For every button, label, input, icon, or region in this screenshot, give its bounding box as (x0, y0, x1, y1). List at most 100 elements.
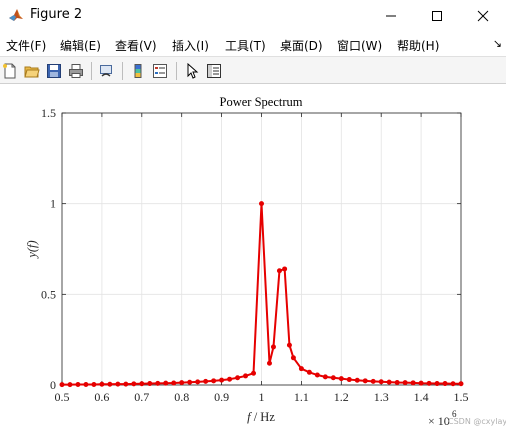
save-button[interactable] (44, 61, 64, 81)
x-tick-label: 1.3 (374, 390, 389, 404)
insert-legend-button[interactable] (150, 61, 170, 81)
property-inspector-button[interactable] (204, 61, 224, 81)
new-figure-button[interactable] (0, 61, 20, 81)
link-plot-button[interactable] (96, 61, 116, 81)
menu-window[interactable]: 窗口(W) (337, 37, 382, 54)
data-point (219, 377, 225, 383)
data-point (314, 372, 320, 378)
data-point (330, 375, 336, 381)
y-tick-label: 0 (50, 378, 56, 392)
data-point (394, 379, 400, 385)
print-button[interactable] (66, 61, 86, 81)
x-tick-label: 1 (259, 390, 265, 404)
save-icon (47, 64, 61, 78)
toolbar-separator (176, 62, 177, 80)
menu-file[interactable]: 文件(F) (6, 37, 46, 54)
insert-colorbar-icon (134, 64, 142, 78)
data-point (298, 366, 304, 372)
data-point (276, 268, 282, 274)
data-point (266, 360, 272, 366)
data-point (195, 379, 201, 385)
x-tick-label: 0.9 (214, 390, 229, 404)
data-point (171, 380, 177, 386)
data-point (147, 381, 153, 387)
x-tick-label: 1.1 (294, 390, 309, 404)
menu-help[interactable]: 帮助(H) (397, 37, 439, 54)
data-point (75, 381, 81, 387)
figure-area: 0.5 0.6 0.7 0.8 0.9 1 1.1 1.2 1.3 1.4 1.5 0 0.5 1 1.5 … (0, 84, 506, 429)
edit-plot-button[interactable] (182, 61, 202, 81)
menu-edit[interactable]: 编辑(E) (60, 37, 101, 54)
data-point (259, 201, 264, 207)
data-point (155, 380, 161, 386)
x-tick-label: 1.5 (454, 390, 469, 404)
data-point (282, 266, 288, 272)
data-point (426, 380, 432, 386)
matlab-icon (8, 7, 24, 23)
power-spectrum-chart[interactable]: 0.5 0.6 0.7 0.8 0.9 1 1.1 1.2 1.3 1.4 1.500.511.5 … (0, 84, 506, 429)
data-point (67, 382, 73, 388)
data-point (243, 373, 249, 379)
data-point (434, 381, 440, 387)
insert-legend-icon (153, 64, 167, 78)
open-file-button[interactable] (22, 61, 42, 81)
data-point (179, 380, 185, 386)
toolbar-separator (122, 62, 123, 80)
x-tick-label: 0.6 (94, 390, 109, 404)
minimize-icon (386, 15, 396, 17)
print-icon (69, 64, 83, 78)
grid-lines (61, 112, 462, 386)
close-icon (477, 10, 489, 22)
x-axis-multiplier: × 10 (428, 414, 450, 428)
data-point (83, 381, 89, 387)
menu-tools[interactable]: 工具(T) (225, 37, 266, 54)
insert-colorbar-button[interactable] (128, 61, 148, 81)
data-point (410, 380, 416, 386)
close-button[interactable] (460, 0, 506, 32)
minimize-button[interactable] (368, 0, 414, 32)
data-point (211, 378, 217, 384)
data-point (115, 381, 121, 387)
open-file-icon (24, 66, 40, 78)
data-point (187, 379, 193, 385)
y-axis-label: y(f) (25, 240, 39, 259)
data-point (235, 375, 241, 381)
toolbar (0, 56, 506, 84)
title-bar: Figure 2 (0, 0, 506, 32)
data-point (59, 382, 65, 388)
x-tick-label: 1.2 (334, 390, 349, 404)
data-point (290, 355, 296, 361)
menu-desktop[interactable]: 桌面(D) (280, 37, 323, 54)
data-point (99, 381, 105, 387)
data-point (442, 381, 448, 387)
data-point (91, 381, 97, 387)
data-point (346, 377, 352, 383)
y-tick-label: 1 (50, 197, 56, 211)
watermark: CSDN @cxylay (448, 417, 506, 426)
maximize-button[interactable] (414, 0, 460, 32)
menu-insert[interactable]: 插入(I) (172, 37, 209, 54)
data-point (270, 344, 276, 350)
y-tick-label: 0.5 (41, 287, 56, 301)
data-point (203, 378, 209, 384)
x-tick-label: 0.7 (134, 390, 149, 404)
edit-plot-arrow-icon (187, 63, 199, 79)
menu-view[interactable]: 查看(V) (115, 37, 157, 54)
data-point (378, 379, 384, 385)
data-point (251, 370, 257, 376)
data-point (163, 380, 169, 386)
chart-title: Power Spectrum (220, 95, 303, 109)
maximize-icon (432, 11, 442, 21)
data-point (131, 381, 137, 387)
data-point (402, 380, 408, 386)
data-point (354, 377, 360, 383)
x-tick-label: 1.4 (414, 390, 429, 404)
menu-bar: 文件(F) 编辑(E) 查看(V) 插入(I) 工具(T) 桌面(D) 窗口(W… (0, 32, 506, 56)
new-figure-icon (3, 63, 16, 79)
data-point (139, 381, 145, 387)
data-point (286, 342, 292, 348)
dock-arrow-icon[interactable]: ↘ (493, 37, 502, 50)
data-point (306, 369, 312, 375)
data-point (418, 380, 424, 386)
data-point (386, 379, 392, 385)
